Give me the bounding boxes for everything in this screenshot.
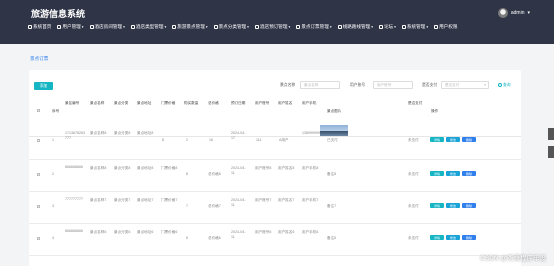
table-row: 3 777777777 景点名称7 景点分类7 景点地址7 门票价格7 7 总价…: [29, 192, 521, 224]
search-button[interactable]: 查询: [498, 81, 511, 89]
edit-button[interactable]: 修改: [446, 137, 460, 142]
th-price: 门票价格: [161, 101, 176, 105]
top-header: 旅游信息系统 admin ▾ 系统首页 用户管理 ▾ 酒店房间管理 ▾ 酒店类型管理…: [0, 0, 554, 44]
detail-button[interactable]: 详情: [430, 235, 444, 240]
calendar-icon: [254, 25, 259, 29]
select-all-checkbox[interactable]: [37, 109, 41, 113]
account-input[interactable]: 用户账号: [373, 81, 413, 89]
main-nav: 系统首页 用户管理 ▾ 酒店房间管理 ▾ 酒店类型管理 ▾ 旅游景点管理 ▾ 景点分类管…: [28, 23, 528, 31]
th-address: 景点地址: [137, 101, 152, 105]
th-qty: 购买数量: [184, 101, 199, 105]
chevron-down-icon: ▾: [288, 25, 291, 29]
chevron-down-icon: ▾: [247, 25, 249, 29]
row-checkbox[interactable]: [37, 237, 41, 241]
nav-spot-category[interactable]: 景点分类管理 ▾: [213, 23, 249, 31]
brand-title: 旅游信息系统: [31, 10, 86, 20]
chevron-down-icon: ▾: [426, 25, 429, 29]
th-username: 用户姓名: [278, 101, 293, 105]
filter-label-account: 用户账号: [350, 83, 366, 87]
delete-button[interactable]: 删除: [462, 235, 476, 240]
category-icon: [130, 25, 135, 29]
th-category: 景点分类: [114, 101, 129, 105]
filter-label-name: 景点名称: [280, 83, 296, 87]
th-total: 总价格: [208, 101, 219, 105]
users-icon: [57, 25, 62, 29]
watermark: CSDN @杰哥程序毕设: [480, 255, 546, 262]
chevron-down-icon: ▾: [164, 25, 167, 29]
delete-button[interactable]: 删除: [462, 137, 476, 142]
hotel-icon: [89, 25, 94, 29]
th-image: 景点图片: [327, 109, 342, 113]
th-phone: 用户手机: [302, 101, 317, 105]
spot-image-thumbnail: [320, 125, 348, 136]
table-row: 4 666666666 景点名称6 景点分类6 景点地址6 门票价格6 6 总价…: [29, 224, 521, 256]
folder-icon: [213, 25, 218, 29]
nav-ticket-booking[interactable]: 景点订票管理 ▾: [296, 23, 332, 31]
row-checkbox[interactable]: [37, 173, 41, 177]
chevron-down-icon: ▾: [371, 25, 373, 29]
search-icon: [498, 83, 502, 87]
avatar: [497, 8, 508, 18]
gear-icon: [401, 25, 406, 29]
th-index: 序号: [52, 109, 60, 113]
spot-name-input[interactable]: 景点名称: [300, 81, 340, 89]
edit-button[interactable]: 修改: [446, 203, 460, 208]
nav-hotel-type[interactable]: 酒店类型管理 ▾: [130, 23, 167, 31]
edit-button[interactable]: 修改: [446, 171, 460, 176]
nav-users[interactable]: 用户管理 ▾: [57, 23, 84, 31]
th-code: 景区编号: [65, 101, 80, 105]
forum-icon: [378, 25, 383, 29]
add-button[interactable]: 添加: [34, 82, 53, 90]
nav-routes[interactable]: 线路路线管理 ▾: [337, 23, 373, 31]
chevron-down-icon: ▾: [205, 25, 208, 29]
edit-button[interactable]: 修改: [446, 235, 460, 240]
landmark-icon: [172, 25, 177, 29]
delete-button[interactable]: 删除: [462, 203, 476, 208]
user-name: admin: [510, 10, 525, 16]
nav-permissions[interactable]: 用户权限: [434, 23, 457, 31]
route-icon: [337, 25, 342, 29]
nav-system[interactable]: 系统管理 ▾: [401, 23, 429, 31]
user-menu[interactable]: admin ▾: [497, 8, 530, 18]
nav-hotel-room[interactable]: 酒店房间管理 ▾: [89, 23, 125, 31]
chevron-down-icon: ▾: [81, 25, 84, 29]
detail-button[interactable]: 详情: [430, 203, 444, 208]
row-checkbox[interactable]: [37, 139, 41, 143]
home-icon: [28, 25, 32, 29]
chevron-down-icon: ▾: [123, 25, 125, 29]
th-actions: 操作: [431, 109, 439, 113]
th-account: 用户账号: [255, 101, 270, 105]
page-title: 景点订票: [30, 56, 49, 61]
chevron-down-icon: ▾: [394, 25, 396, 29]
nav-forum[interactable]: 论坛 ▾: [378, 23, 396, 31]
nav-hotel-booking[interactable]: 酒店预订管理 ▾: [254, 23, 291, 31]
filter-label-paid: 是否支付: [422, 83, 438, 87]
paid-select[interactable]: 是否支付 ▾: [441, 81, 489, 89]
nav-home[interactable]: 系统首页: [28, 23, 51, 31]
chevron-down-icon: ▾: [484, 83, 486, 87]
row-checkbox[interactable]: [37, 205, 41, 209]
scroll-handle[interactable]: [548, 146, 554, 158]
lock-icon: [434, 25, 439, 29]
nav-scenic-spots[interactable]: 旅游景点管理 ▾: [172, 23, 208, 31]
chevron-down-icon: ▾: [527, 10, 530, 16]
ticket-icon: [296, 25, 301, 29]
th-date: 预订日期: [231, 101, 246, 105]
scroll-handle[interactable]: [548, 128, 554, 140]
th-paid: 是否支付: [408, 101, 423, 105]
table-row: 1 1713678263777 景点名称8 景点分类8 景点地址8 8 2 16…: [29, 122, 521, 160]
detail-button[interactable]: 详情: [430, 137, 444, 142]
th-name: 景点名称: [90, 101, 105, 105]
table-row: 2 666668666 景点名称8 景点分类8 景点地址8 门票价格8 8 总价…: [29, 160, 521, 192]
chevron-down-icon: ▾: [329, 25, 332, 29]
detail-button[interactable]: 详情: [430, 171, 444, 176]
delete-button[interactable]: 删除: [462, 171, 476, 176]
